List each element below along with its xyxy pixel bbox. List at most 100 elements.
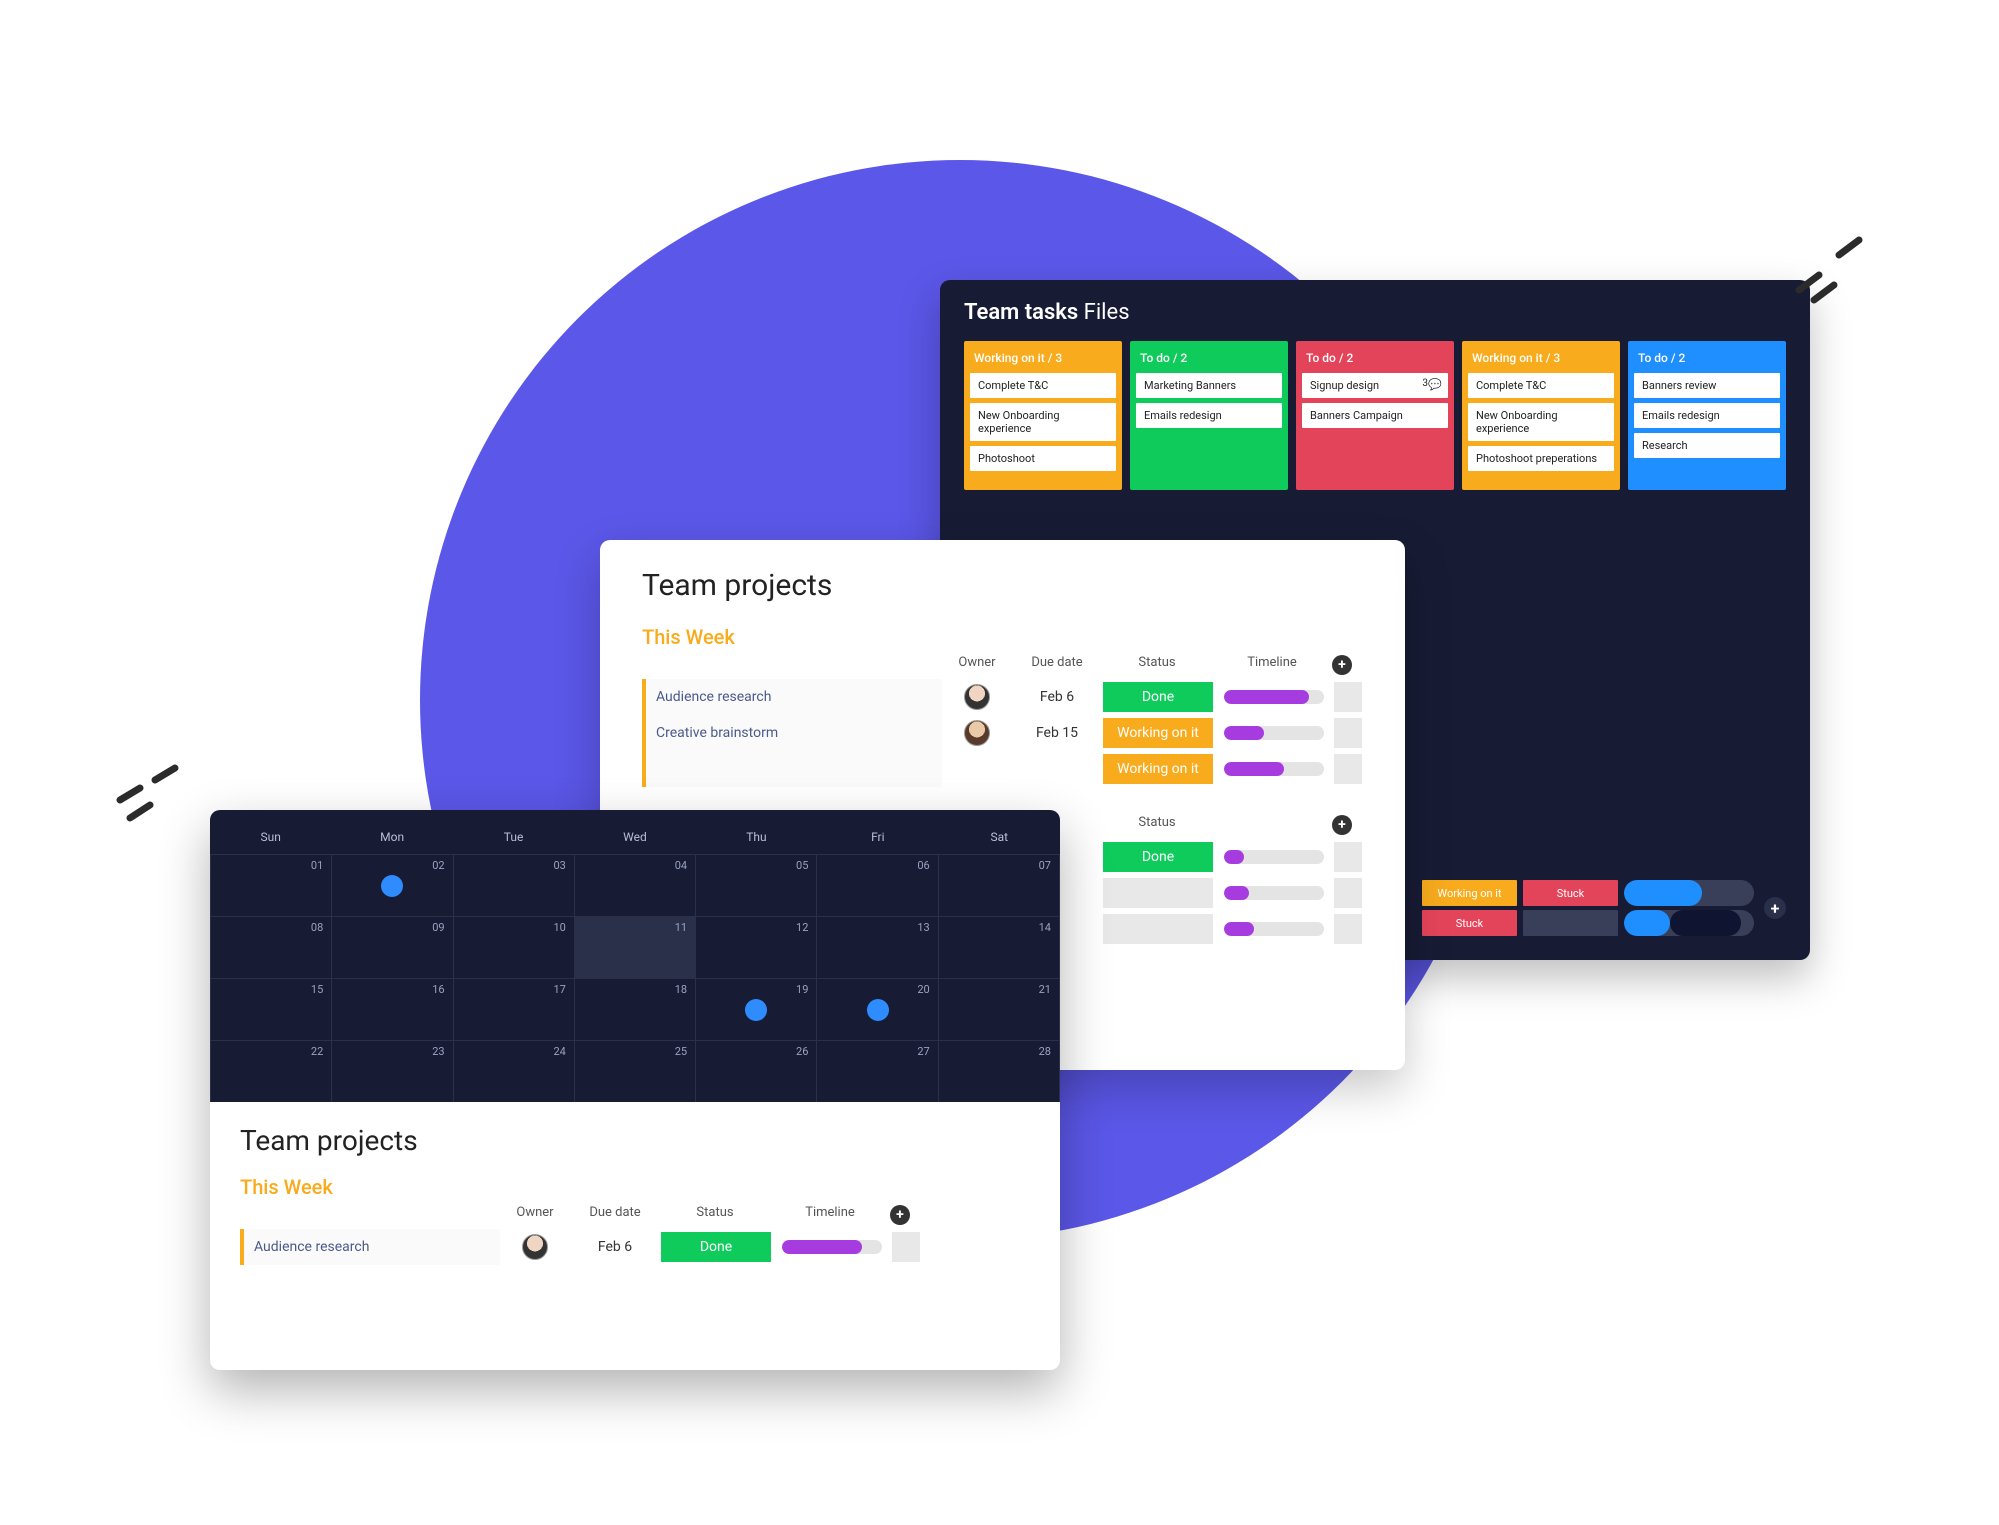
status-badge[interactable] bbox=[1103, 914, 1213, 944]
status-badge[interactable]: Working on it bbox=[1422, 880, 1517, 906]
kanban-card[interactable]: New Onboarding experience bbox=[970, 403, 1116, 441]
calendar-cell[interactable]: 10 bbox=[454, 916, 575, 978]
status-badge[interactable]: Done bbox=[1103, 842, 1213, 872]
avatar[interactable] bbox=[522, 1234, 548, 1260]
calendar-cell[interactable]: 26 bbox=[696, 1040, 817, 1102]
calendar-cell[interactable]: 20 bbox=[817, 978, 938, 1040]
calendar-cell[interactable]: 02 bbox=[332, 854, 453, 916]
status-badge[interactable] bbox=[1103, 878, 1213, 908]
calendar-weekday-header: SunMonTueWedThuFriSat bbox=[210, 820, 1060, 854]
calendar-cell[interactable]: 18 bbox=[575, 978, 696, 1040]
section-heading: This Week bbox=[642, 625, 1405, 649]
date-number: 04 bbox=[675, 859, 687, 872]
task-name[interactable] bbox=[642, 751, 942, 787]
timeline-bar[interactable] bbox=[1224, 850, 1324, 864]
kanban-column-title: To do / 2 bbox=[1634, 349, 1780, 373]
calendar-cell[interactable]: 13 bbox=[817, 916, 938, 978]
kanban-card[interactable]: Signup design💬3 bbox=[1302, 373, 1448, 398]
status-badge[interactable]: Working on it bbox=[1103, 754, 1213, 784]
table-row[interactable]: Working on it bbox=[642, 751, 1405, 787]
timeline-bar[interactable] bbox=[1224, 726, 1324, 740]
add-column-button[interactable]: + bbox=[1332, 655, 1352, 675]
kanban-column[interactable]: To do / 2Signup design💬3Banners Campaign bbox=[1296, 341, 1454, 490]
due-date: Feb 6 bbox=[1012, 689, 1102, 705]
calendar-cell[interactable]: 12 bbox=[696, 916, 817, 978]
timeline-bar[interactable] bbox=[782, 1240, 882, 1254]
date-number: 06 bbox=[917, 859, 929, 872]
weekday-label: Sat bbox=[939, 820, 1060, 854]
kanban-subtitle: Files bbox=[1084, 300, 1130, 325]
kanban-column[interactable]: To do / 2Marketing BannersEmails redesig… bbox=[1130, 341, 1288, 490]
kanban-card[interactable]: Marketing Banners bbox=[1136, 373, 1282, 398]
calendar-cell[interactable]: 25 bbox=[575, 1040, 696, 1102]
kanban-card[interactable]: Complete T&C bbox=[1468, 373, 1614, 398]
calendar-cell[interactable]: 17 bbox=[454, 978, 575, 1040]
calendar-cell[interactable]: 21 bbox=[939, 978, 1060, 1040]
calendar-cell[interactable]: 09 bbox=[332, 916, 453, 978]
timeline-bar[interactable] bbox=[1624, 880, 1754, 906]
calendar-cell[interactable]: 16 bbox=[332, 978, 453, 1040]
add-column-button[interactable]: + bbox=[1332, 815, 1352, 835]
date-number: 19 bbox=[796, 983, 808, 996]
kanban-column[interactable]: To do / 2Banners review Emails redesign Re… bbox=[1628, 341, 1786, 490]
calendar-cell[interactable]: 14 bbox=[939, 916, 1060, 978]
calendar-cell[interactable]: 24 bbox=[454, 1040, 575, 1102]
date-number: 18 bbox=[675, 983, 687, 996]
event-dot[interactable] bbox=[381, 875, 403, 897]
avatar[interactable] bbox=[964, 684, 990, 710]
kanban-card[interactable]: Banners review bbox=[1634, 373, 1780, 398]
add-button[interactable]: + bbox=[1764, 897, 1786, 919]
status-badge[interactable] bbox=[1523, 910, 1618, 936]
event-dot[interactable] bbox=[745, 999, 767, 1021]
kanban-card[interactable]: Banners Campaign bbox=[1302, 403, 1448, 428]
task-name[interactable]: Audience research bbox=[642, 679, 942, 715]
calendar-cell[interactable]: 04 bbox=[575, 854, 696, 916]
status-badge[interactable]: Working on it bbox=[1103, 718, 1213, 748]
status-badge[interactable]: Done bbox=[1103, 682, 1213, 712]
comment-icon: 💬 bbox=[1428, 378, 1442, 391]
status-badge[interactable]: Stuck bbox=[1422, 910, 1517, 936]
kanban-column[interactable]: Working on it / 3Complete T&C New Onboard… bbox=[964, 341, 1122, 490]
calendar-cell[interactable]: 08 bbox=[210, 916, 332, 978]
timeline-bar[interactable] bbox=[1224, 922, 1324, 936]
kanban-column-title: Working on it / 3 bbox=[970, 349, 1116, 373]
calendar-cell[interactable]: 01 bbox=[210, 854, 332, 916]
timeline-bar[interactable] bbox=[1224, 762, 1324, 776]
task-name[interactable]: Creative brainstorm bbox=[642, 715, 942, 751]
calendar-cell[interactable]: 28 bbox=[939, 1040, 1060, 1102]
kanban-card[interactable]: Research bbox=[1634, 433, 1780, 458]
timeline-bar[interactable] bbox=[1224, 690, 1324, 704]
status-badge[interactable]: Done bbox=[661, 1232, 771, 1262]
timeline-bar[interactable] bbox=[1224, 886, 1324, 900]
date-number: 10 bbox=[553, 921, 565, 934]
kanban-column[interactable]: Working on it / 3Complete T&CNew Onboard… bbox=[1462, 341, 1620, 490]
kanban-card[interactable]: New Onboarding experience bbox=[1468, 403, 1614, 441]
calendar-cell[interactable]: 19 bbox=[696, 978, 817, 1040]
event-dot[interactable] bbox=[867, 999, 889, 1021]
kanban-card[interactable]: Emails redesign bbox=[1634, 403, 1780, 428]
calendar-lower-projects: Team projects This Week Owner Due date S… bbox=[210, 1102, 1060, 1265]
calendar-cell[interactable]: 15 bbox=[210, 978, 332, 1040]
table-row[interactable]: Audience research Feb 6Done bbox=[642, 679, 1405, 715]
calendar-cell[interactable]: 05 bbox=[696, 854, 817, 916]
calendar-cell[interactable]: 07 bbox=[939, 854, 1060, 916]
calendar-cell[interactable]: 06 bbox=[817, 854, 938, 916]
table-row[interactable]: Creative brainstorm Feb 15Working on it bbox=[642, 715, 1405, 751]
avatar[interactable] bbox=[964, 720, 990, 746]
calendar-cell[interactable]: 22 bbox=[210, 1040, 332, 1102]
kanban-card[interactable]: Photoshoot preperations bbox=[1468, 446, 1614, 471]
kanban-card[interactable]: Emails redesign bbox=[1136, 403, 1282, 428]
status-badge[interactable]: Stuck bbox=[1523, 880, 1618, 906]
due-date: Feb 15 bbox=[1012, 725, 1102, 741]
task-name[interactable]: Audience research bbox=[240, 1229, 500, 1265]
timeline-bar[interactable] bbox=[1624, 910, 1754, 936]
calendar-cell[interactable]: 03 bbox=[454, 854, 575, 916]
calendar-cell[interactable]: 27 bbox=[817, 1040, 938, 1102]
kanban-card[interactable]: Complete T&C bbox=[970, 373, 1116, 398]
table-row[interactable]: Audience research Feb 6 Done bbox=[240, 1229, 1060, 1265]
summary-status-table: Working on itStuckStuck bbox=[1422, 880, 1618, 936]
kanban-card[interactable]: Photoshoot bbox=[970, 446, 1116, 471]
calendar-cell[interactable]: 23 bbox=[332, 1040, 453, 1102]
calendar-cell[interactable]: 11 bbox=[575, 916, 696, 978]
add-column-button[interactable]: + bbox=[890, 1205, 910, 1225]
